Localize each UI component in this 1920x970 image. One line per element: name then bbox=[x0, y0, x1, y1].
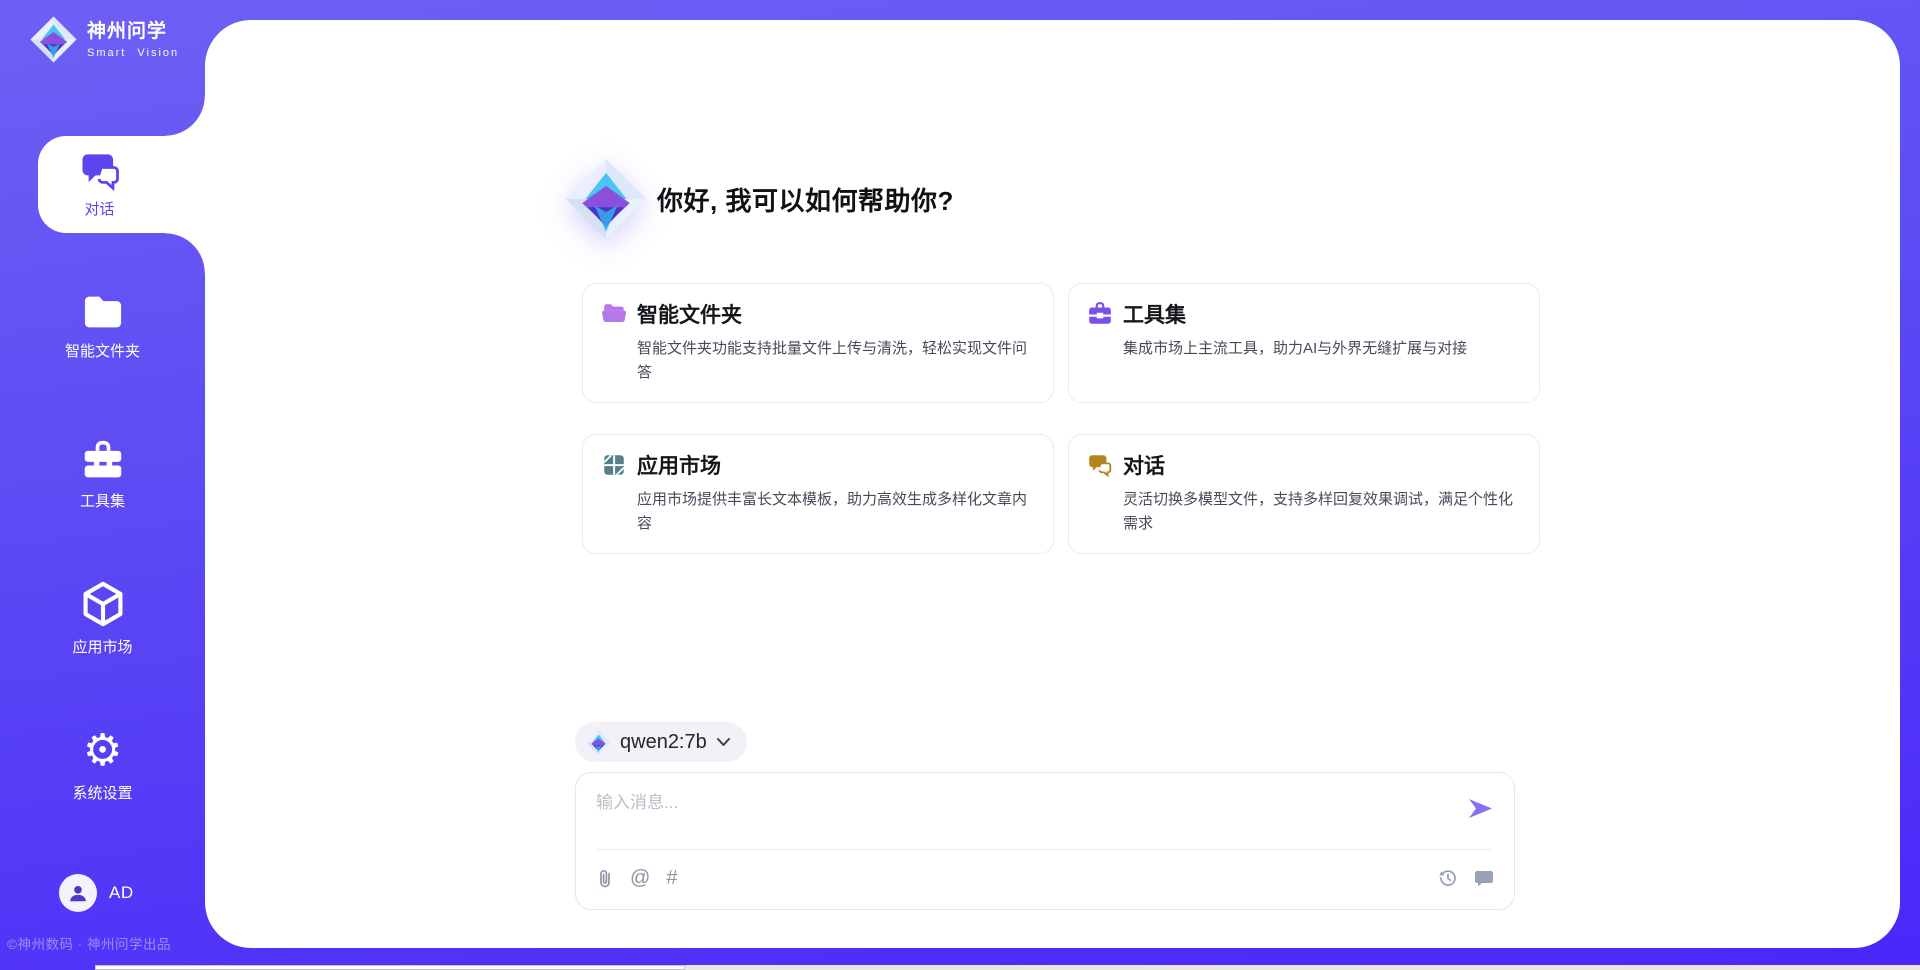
message-input[interactable] bbox=[576, 773, 1514, 845]
copyright-text: ©神州数码 · 神州问学出品 bbox=[7, 933, 171, 953]
card-title: 智能文件夹 bbox=[637, 299, 742, 329]
card-head: 智能文件夹 bbox=[601, 299, 1035, 329]
card-description: 应用市场提供丰富长文本模板，助力高效生成多样化文章内容 bbox=[637, 488, 1035, 536]
toolbox-icon bbox=[1087, 301, 1113, 327]
sidebar-item-settings[interactable]: ⚙ 系统设置 bbox=[0, 727, 205, 805]
user-initials: AD bbox=[109, 883, 134, 903]
brand-subtitle: Smart Vision bbox=[87, 47, 179, 59]
greeting-row: 你好, 我可以如何帮助你? bbox=[565, 158, 954, 240]
scrollbar-thumb[interactable] bbox=[95, 965, 685, 970]
cube-icon bbox=[81, 581, 125, 627]
card-title: 对话 bbox=[1123, 450, 1165, 480]
user-account[interactable]: AD bbox=[59, 874, 134, 912]
chat-bubbles-icon bbox=[79, 151, 121, 191]
card-app-market[interactable]: 应用市场 应用市场提供丰富长文本模板，助力高效生成多样化文章内容 bbox=[582, 434, 1054, 554]
card-title: 应用市场 bbox=[637, 450, 721, 480]
at-icon[interactable]: @ bbox=[630, 868, 650, 888]
paperclip-icon[interactable] bbox=[596, 868, 614, 888]
brand-text: 神州问学 Smart Vision bbox=[87, 20, 179, 59]
folder-open-icon bbox=[601, 301, 627, 327]
user-icon bbox=[67, 882, 89, 904]
app-logo-diamond-icon bbox=[565, 158, 647, 240]
hash-icon[interactable]: # bbox=[666, 868, 677, 888]
card-chat[interactable]: 对话 灵活切换多模型文件，支持多样回复效果调试，满足个性化需求 bbox=[1068, 434, 1540, 554]
app-logo: 神州问学 Smart Vision bbox=[30, 16, 179, 63]
feature-cards: 智能文件夹 智能文件夹功能支持批量文件上传与清洗，轻松实现文件问答 工具集 集成… bbox=[582, 283, 1540, 554]
greeting-text: 你好, 我可以如何帮助你? bbox=[657, 181, 954, 218]
card-title: 工具集 bbox=[1123, 299, 1186, 329]
sidebar-item-app-market[interactable]: 应用市场 bbox=[0, 580, 205, 658]
chat-bubbles-icon bbox=[1087, 452, 1113, 478]
toolbox-icon bbox=[81, 439, 125, 481]
grid-cube-icon bbox=[601, 452, 627, 478]
sidebar-nav: 对话 智能文件夹 工具集 应用市场 ⚙ 系统设置 bbox=[0, 0, 205, 970]
card-head: 工具集 bbox=[1087, 299, 1521, 329]
sidebar-item-label: 对话 bbox=[84, 198, 114, 219]
message-input-box: @ # bbox=[575, 772, 1515, 910]
comment-icon[interactable] bbox=[1474, 868, 1494, 888]
card-description: 灵活切换多模型文件，支持多样回复效果调试，满足个性化需求 bbox=[1123, 488, 1521, 536]
sidebar-item-label: 智能文件夹 bbox=[65, 340, 140, 361]
model-name: qwen2:7b bbox=[620, 731, 707, 754]
sidebar-item-toolset[interactable]: 工具集 bbox=[0, 436, 205, 514]
card-description: 智能文件夹功能支持批量文件上传与清洗，轻松实现文件问答 bbox=[637, 337, 1035, 385]
sidebar-item-label: 应用市场 bbox=[72, 636, 132, 657]
horizontal-scrollbar[interactable] bbox=[95, 965, 1920, 970]
card-smart-folder[interactable]: 智能文件夹 智能文件夹功能支持批量文件上传与清洗，轻松实现文件问答 bbox=[582, 283, 1054, 403]
gear-icon: ⚙ bbox=[83, 729, 122, 773]
logo-diamond-icon bbox=[586, 730, 611, 755]
input-toolbar: @ # bbox=[596, 859, 1494, 897]
sidebar-item-label: 工具集 bbox=[80, 490, 125, 511]
main-content-panel: 你好, 我可以如何帮助你? 智能文件夹 智能文件夹功能支持批量文件上传与清洗，轻… bbox=[205, 20, 1900, 948]
card-head: 应用市场 bbox=[601, 450, 1035, 480]
brand-name: 神州问学 bbox=[87, 20, 179, 44]
sidebar-item-label: 系统设置 bbox=[72, 782, 132, 803]
card-head: 对话 bbox=[1087, 450, 1521, 480]
send-icon[interactable] bbox=[1467, 795, 1494, 822]
history-icon[interactable] bbox=[1438, 868, 1458, 888]
sidebar-item-chat[interactable]: 对话 bbox=[38, 136, 205, 233]
model-selector[interactable]: qwen2:7b bbox=[575, 722, 747, 762]
folder-icon bbox=[81, 293, 125, 331]
avatar bbox=[59, 874, 97, 912]
card-toolset[interactable]: 工具集 集成市场上主流工具，助力AI与外界无缝扩展与对接 bbox=[1068, 283, 1540, 403]
card-description: 集成市场上主流工具，助力AI与外界无缝扩展与对接 bbox=[1123, 337, 1521, 361]
logo-diamond-icon bbox=[30, 16, 77, 63]
input-divider bbox=[596, 849, 1492, 850]
sidebar-item-smart-folder[interactable]: 智能文件夹 bbox=[0, 288, 205, 366]
chevron-down-icon bbox=[716, 737, 731, 747]
